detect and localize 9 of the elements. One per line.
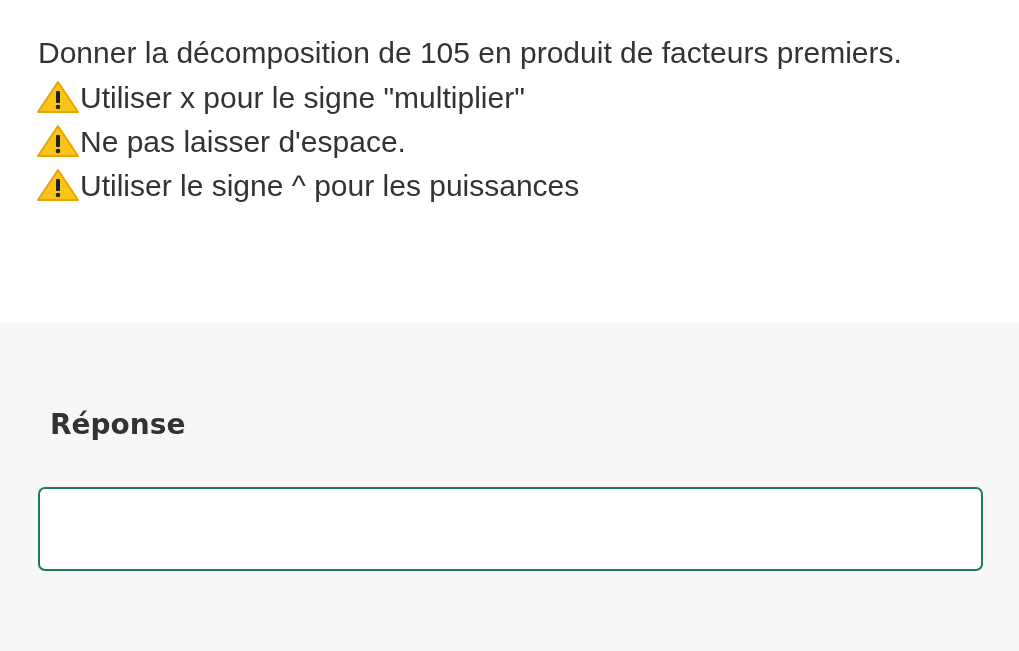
instruction-text: Utiliser x pour le signe "multiplier": [80, 79, 525, 116]
warning-icon: [36, 168, 80, 202]
answer-label: Réponse: [50, 408, 186, 441]
instruction-text: Ne pas laisser d'espace.: [80, 123, 406, 160]
answer-field[interactable]: [38, 487, 983, 571]
warning-icon: [36, 124, 80, 158]
warning-icon: [36, 80, 80, 114]
question-text: Donner la décomposition de 105 en produit de facteurs premiers.: [38, 35, 903, 71]
instruction-text: Utiliser le signe ^ pour les puissances: [80, 167, 580, 204]
